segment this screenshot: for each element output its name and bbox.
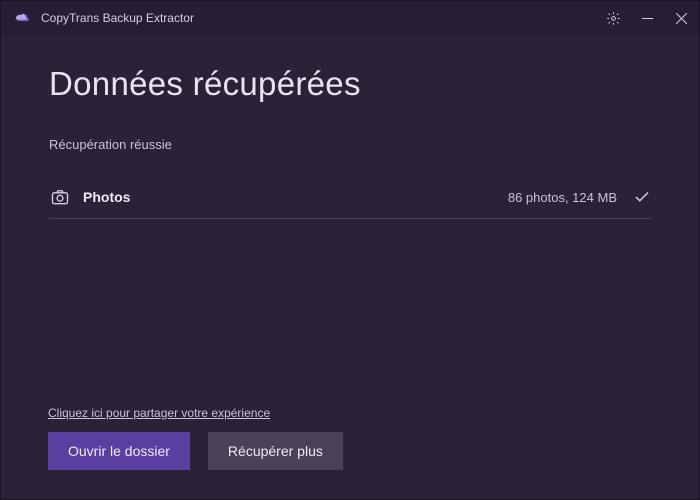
recover-more-button[interactable]: Récupérer plus	[208, 432, 343, 470]
titlebar: CopyTrans Backup Extractor	[1, 1, 699, 35]
app-title: CopyTrans Backup Extractor	[41, 11, 605, 25]
item-meta: 86 photos, 124 MB	[508, 190, 617, 205]
app-logo-icon	[13, 9, 31, 27]
settings-button[interactable]	[605, 10, 621, 26]
close-icon	[676, 13, 687, 24]
feedback-link[interactable]: Cliquez ici pour partager votre expérien…	[48, 406, 270, 420]
page-title: Données récupérées	[49, 65, 651, 103]
open-folder-button[interactable]: Ouvrir le dossier	[48, 432, 190, 470]
checkmark-icon	[633, 188, 651, 206]
status-text: Récupération réussie	[49, 137, 651, 152]
camera-icon	[49, 186, 71, 208]
minimize-button[interactable]	[639, 10, 655, 26]
button-row: Ouvrir le dossier Récupérer plus	[48, 432, 343, 470]
content-area: Données récupérées Récupération réussie …	[1, 35, 699, 219]
item-label: Photos	[83, 189, 508, 205]
gear-icon	[606, 11, 621, 26]
footer-area: Cliquez ici pour partager votre expérien…	[48, 404, 343, 470]
recovered-item-row[interactable]: Photos 86 photos, 124 MB	[49, 180, 651, 219]
minimize-icon	[642, 13, 653, 24]
titlebar-controls	[605, 10, 689, 26]
close-button[interactable]	[673, 10, 689, 26]
